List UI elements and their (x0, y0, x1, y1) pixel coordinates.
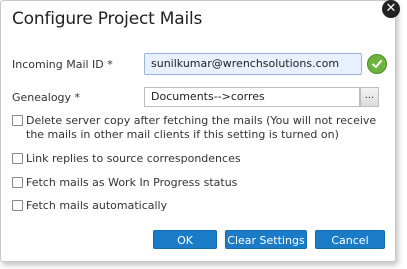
genealogy-field[interactable]: Documents-->corres (144, 87, 360, 107)
fetch-automatically-label: Fetch mails automatically (26, 199, 168, 212)
configure-project-mails-dialog: Configure Project Mails Incoming Mail ID… (0, 0, 396, 262)
work-in-progress-checkbox[interactable] (12, 177, 23, 188)
checkmark-icon (367, 54, 387, 74)
delete-server-copy-checkbox[interactable] (12, 115, 23, 126)
close-icon[interactable]: ✕ (382, 0, 400, 18)
ok-button[interactable]: OK (153, 230, 217, 249)
delete-server-copy-label: Delete server copy after fetching the ma… (26, 114, 377, 141)
fetch-automatically-checkbox[interactable] (12, 200, 23, 211)
dialog-title: Configure Project Mails (12, 9, 203, 29)
clear-settings-button[interactable]: Clear Settings (225, 230, 307, 249)
incoming-mail-input[interactable]: sunilkumar@wrenchsolutions.com (144, 53, 362, 75)
genealogy-browse-button[interactable]: ... (360, 87, 379, 107)
incoming-mail-label: Incoming Mail ID * (12, 58, 113, 71)
work-in-progress-label: Fetch mails as Work In Progress status (26, 176, 238, 189)
genealogy-label: Genealogy * (12, 91, 81, 104)
cancel-button[interactable]: Cancel (315, 230, 385, 249)
link-replies-checkbox[interactable] (12, 153, 23, 164)
link-replies-label: Link replies to source correspondences (26, 152, 241, 165)
